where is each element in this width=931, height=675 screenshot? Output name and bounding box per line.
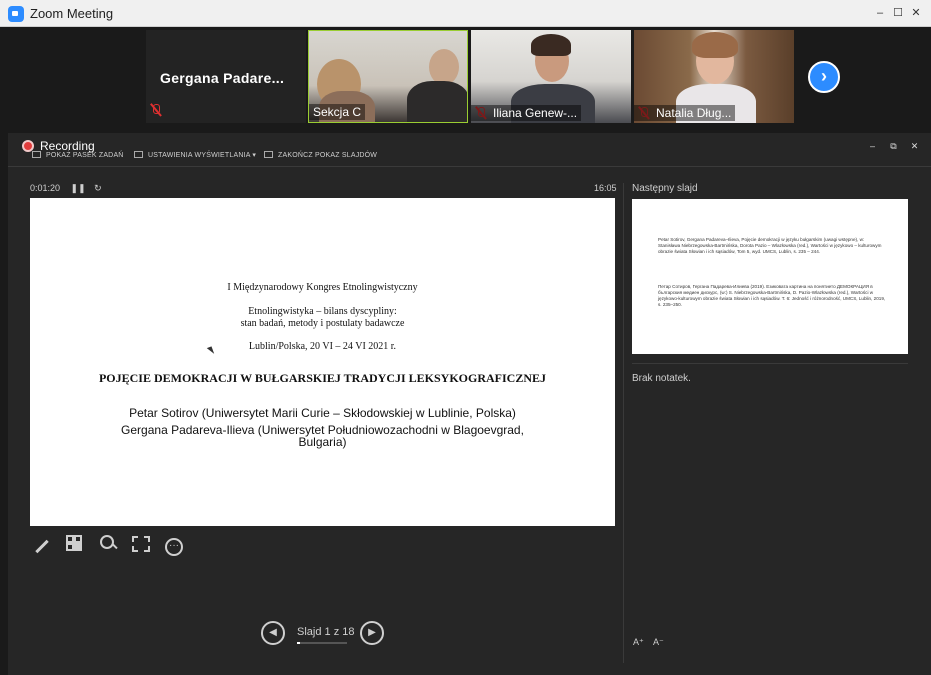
more-icon: ··· xyxy=(165,538,183,556)
slide-tools: ··· xyxy=(30,533,186,556)
participant-figure xyxy=(692,32,738,58)
participant-figure xyxy=(407,81,467,122)
slide-text: I Międzynarodowy Kongres Etnolingwistycz… xyxy=(227,282,418,293)
slide-author: Petar Sotirov (Uniwersytet Marii Curie –… xyxy=(129,406,516,420)
participant-figure xyxy=(531,34,571,56)
black-screen-button[interactable] xyxy=(129,533,153,555)
slide-progress-fill xyxy=(297,642,300,644)
display-settings-label: USTAWIENIA WYŚWIETLANIA ▾ xyxy=(148,152,257,159)
next-slide-button[interactable]: ▶ xyxy=(360,621,384,645)
participant-gallery: Gergana Padare... Sekcja C Iliana Genew-… xyxy=(0,27,931,125)
speaker-notes: Brak notatek. xyxy=(632,373,691,384)
reset-timer-button[interactable]: ↻ xyxy=(94,183,102,193)
presenter-view-window: Recording POKAŻ PASEK ZADAŃ USTAWIENIA W… xyxy=(8,133,931,675)
slide-timer: 0:01:20 ❚❚ ↻ xyxy=(30,183,102,194)
presenter-window-controls: – ⧉ ✕ xyxy=(862,141,925,152)
taskbar-icon xyxy=(32,151,41,158)
next-slide-text: Петар Сотиров, Гергана Падарева-Илиева (… xyxy=(658,284,886,307)
pen-tool-button[interactable] xyxy=(30,533,54,555)
increase-font-button[interactable]: A⁺ xyxy=(633,637,644,648)
participant-video-tile[interactable]: Sekcja C xyxy=(308,30,468,123)
show-taskbar-button[interactable]: POKAŻ PASEK ZADAŃ xyxy=(32,151,124,159)
window-controls: – ☐ ✕ xyxy=(871,2,925,24)
participant-video-tile[interactable]: Iliana Genew-... xyxy=(471,30,631,123)
participant-label: Iliana Genew-... xyxy=(471,105,582,121)
minimize-button[interactable]: – xyxy=(862,141,883,152)
participant-label: Natalia Dług... xyxy=(634,105,736,121)
slide-title: POJĘCIE DEMOKRACJI W BUŁGARSKIEJ TRADYCJ… xyxy=(98,371,547,385)
next-slide-preview[interactable]: Petar Sotirov, Gergana Padareva–Ilieva, … xyxy=(632,199,908,354)
window-minimize-button[interactable]: – xyxy=(871,2,889,24)
pane-divider[interactable] xyxy=(623,183,624,663)
zoom-logo-icon xyxy=(8,6,24,22)
more-options-button[interactable]: ··· xyxy=(162,533,186,556)
decrease-font-button[interactable]: A⁻ xyxy=(653,637,664,648)
display-settings-icon xyxy=(134,151,143,158)
end-slideshow-icon xyxy=(264,151,273,158)
window-close-button[interactable]: ✕ xyxy=(907,2,925,24)
slide-text: Etnolingwistyka – bilans dyscypliny: xyxy=(248,306,397,317)
elapsed-time: 0:01:20 xyxy=(30,183,61,193)
slide-author: Bulgaria) xyxy=(298,435,347,449)
next-slide-label: Następny slajd xyxy=(632,183,698,194)
end-slideshow-label: ZAKOŃCZ POKAZ SLAJDÓW xyxy=(278,152,378,159)
participant-name: Gergana Padare... xyxy=(160,70,285,86)
slide-progress-bar xyxy=(297,642,347,644)
window-title: Zoom Meeting xyxy=(30,6,114,21)
participant-video-tile[interactable]: Natalia Dług... xyxy=(634,30,794,123)
current-time: 16:05 xyxy=(594,183,617,193)
search-icon xyxy=(100,535,116,551)
slide-counter[interactable]: Slajd 1 z 18 xyxy=(297,626,354,638)
participant-figure xyxy=(429,49,459,85)
show-taskbar-label: POKAŻ PASEK ZADAŃ xyxy=(46,152,124,159)
restore-button[interactable]: ⧉ xyxy=(883,141,904,152)
see-all-slides-button[interactable] xyxy=(63,533,87,555)
current-slide[interactable]: I Międzynarodowy Kongres Etnolingwistycz… xyxy=(30,198,615,526)
gallery-next-button[interactable]: › xyxy=(808,61,840,93)
mic-muted-icon xyxy=(150,104,162,117)
slide-text: Lublin/Polska, 20 VI – 24 VI 2021 r. xyxy=(248,341,397,352)
next-slide-text: Petar Sotirov, Gergana Padareva–Ilieva, … xyxy=(658,237,882,254)
presenter-toolbar: Recording POKAŻ PASEK ZADAŃ USTAWIENIA W… xyxy=(8,133,931,167)
participant-tile-name-only[interactable]: Gergana Padare... xyxy=(146,30,306,123)
previous-slide-button[interactable]: ◀ xyxy=(261,621,285,645)
screen-icon xyxy=(132,536,150,552)
end-slideshow-button[interactable]: ZAKOŃCZ POKAZ SLAJDÓW xyxy=(264,151,377,159)
participant-label: Sekcja C xyxy=(309,104,366,120)
slide-text: stan badań, metody i postulaty badawcze xyxy=(240,318,405,329)
window-maximize-button[interactable]: ☐ xyxy=(889,2,907,24)
notes-separator xyxy=(632,363,908,364)
pen-icon xyxy=(35,539,49,554)
display-settings-button[interactable]: USTAWIENIA WYŚWIETLANIA ▾ xyxy=(134,151,256,159)
window-titlebar: Zoom Meeting – ☐ ✕ xyxy=(0,0,931,27)
close-button[interactable]: ✕ xyxy=(904,141,925,152)
pause-timer-button[interactable]: ❚❚ xyxy=(71,183,86,193)
zoom-slide-button[interactable] xyxy=(96,533,120,555)
grid-icon xyxy=(66,535,84,553)
